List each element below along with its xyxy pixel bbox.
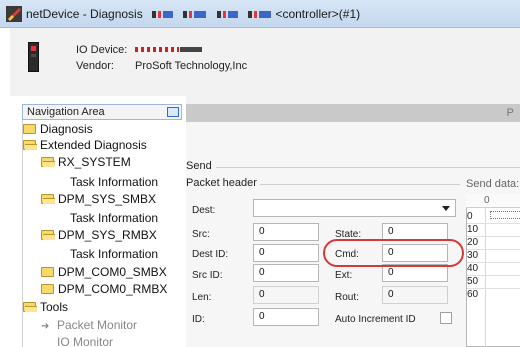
send-data-label: Send data: xyxy=(466,178,520,190)
send-group-line xyxy=(216,167,520,168)
arrow-right-icon: ➜ xyxy=(41,321,50,332)
len-label: Len: xyxy=(192,292,212,303)
nav-item-io-monitor[interactable]: IO Monitor xyxy=(57,335,113,347)
grid-column-separator xyxy=(485,208,486,347)
window-title-suffix: <controller>(#1) xyxy=(275,7,361,21)
nav-item-diagnosis[interactable]: Diagnosis xyxy=(23,122,93,137)
cmd-highlight-annotation xyxy=(323,239,464,267)
auto-increment-label: Auto Increment ID xyxy=(335,314,416,325)
nav-item-rx-system[interactable]: RX_SYSTEM xyxy=(41,155,131,170)
src-label: Src: xyxy=(192,229,210,240)
folder-icon xyxy=(41,267,54,277)
io-device-label: IO Device: xyxy=(76,44,128,56)
nav-item-label: Task Information xyxy=(70,175,159,189)
dest-id-label: Dest ID: xyxy=(192,249,229,260)
nav-item-label: Task Information xyxy=(70,247,159,261)
dest-id-field[interactable]: 0 xyxy=(253,244,319,262)
vendor-value: ProSoft Technology,Inc xyxy=(135,60,248,72)
nav-item-label: Packet Monitor xyxy=(57,318,138,332)
rout-field: 0 xyxy=(382,286,448,304)
device-image xyxy=(28,42,39,72)
ext-label: Ext: xyxy=(335,270,353,281)
nav-item-label: DPM_COM0_RMBX xyxy=(58,282,168,296)
panel-header-bar: P xyxy=(186,104,520,122)
folder-open-icon xyxy=(23,302,37,312)
nav-item-label: Tools xyxy=(40,300,69,314)
len-field: 0 xyxy=(253,286,319,304)
nav-item-label: RX_SYSTEM xyxy=(58,155,131,169)
io-device-value-mark xyxy=(135,47,179,52)
nav-item-task-information-2[interactable]: Task Information xyxy=(70,211,158,226)
grid-row-offset: 60 xyxy=(467,289,479,300)
nav-item-label: Diagnosis xyxy=(40,122,93,136)
app-icon xyxy=(6,6,22,22)
navigation-area-header[interactable]: Navigation Area xyxy=(22,104,182,120)
rout-label: Rout: xyxy=(335,292,359,303)
folder-open-icon xyxy=(41,194,55,204)
nav-item-label: Task Information xyxy=(70,211,159,225)
grid-row-offset: 20 xyxy=(467,237,479,248)
folder-open-icon xyxy=(41,230,55,240)
send-group-label: Send xyxy=(186,160,212,172)
grid-row-offset: 30 xyxy=(467,250,479,261)
nav-item-dpm-sys-rmbx[interactable]: DPM_SYS_RMBX xyxy=(41,228,157,243)
grid-selected-cell[interactable] xyxy=(490,211,520,219)
nav-item-dpm-com0-rmbx[interactable]: DPM_COM0_RMBX xyxy=(41,282,167,297)
src-id-field[interactable]: 0 xyxy=(253,264,319,282)
nav-item-label: DPM_SYS_RMBX xyxy=(58,228,157,242)
nav-item-extended-diagnosis[interactable]: Extended Diagnosis xyxy=(23,138,147,153)
nav-item-tools[interactable]: Tools xyxy=(23,300,68,315)
grid-row-offset: 10 xyxy=(467,224,479,235)
window-toggle-icon[interactable] xyxy=(167,107,179,117)
nav-item-task-information-1[interactable]: Task Information xyxy=(70,175,158,190)
dest-label: Dest: xyxy=(192,205,216,216)
panel-header-label: P xyxy=(506,107,514,119)
packet-header-group-line xyxy=(260,184,460,185)
vendor-label: Vendor: xyxy=(76,60,114,72)
title-bar: netDevice - Diagnosis <controller>(#1) xyxy=(0,0,520,28)
window-title: netDevice - Diagnosis <controller>(#1) xyxy=(26,7,360,21)
nav-item-packet-monitor[interactable]: ➜ Packet Monitor xyxy=(41,318,137,333)
title-pixel-mark xyxy=(146,7,275,21)
id-field[interactable]: 0 xyxy=(253,308,319,326)
src-id-label: Src ID: xyxy=(192,270,223,281)
grid-row-offset: 40 xyxy=(467,263,479,274)
auto-increment-checkbox[interactable] xyxy=(440,312,452,324)
chevron-down-icon xyxy=(442,206,450,211)
folder-icon xyxy=(41,284,54,294)
nav-item-task-information-3[interactable]: Task Information xyxy=(70,247,158,262)
id-label: ID: xyxy=(192,314,205,325)
nav-item-label: DPM_SYS_SMBX xyxy=(58,192,157,206)
nav-item-label: IO Monitor xyxy=(57,335,114,347)
device-header: IO Device: Vendor: ProSoft Technology,In… xyxy=(10,28,520,96)
nav-item-label: Extended Diagnosis xyxy=(40,138,147,152)
dest-dropdown[interactable] xyxy=(253,199,456,217)
folder-open-icon xyxy=(23,140,37,150)
packet-header-group-label: Packet header xyxy=(186,177,257,189)
nav-item-label: DPM_COM0_SMBX xyxy=(58,265,167,279)
src-field[interactable]: 0 xyxy=(253,223,319,241)
nav-item-dpm-sys-smbx[interactable]: DPM_SYS_SMBX xyxy=(41,192,156,207)
panel-top-strip xyxy=(186,96,520,104)
nav-item-dpm-com0-smbx[interactable]: DPM_COM0_SMBX xyxy=(41,265,167,280)
io-device-value-mark-2 xyxy=(180,47,202,52)
grid-column-header: 0 xyxy=(484,195,490,206)
send-data-grid-header: 0 xyxy=(466,194,520,208)
folder-icon xyxy=(23,124,36,134)
folder-open-icon xyxy=(41,157,55,167)
navigation-area-label: Navigation Area xyxy=(27,106,105,118)
grid-row-offset: 0 xyxy=(467,211,473,222)
window-title-text: netDevice - Diagnosis xyxy=(26,7,143,21)
grid-row-offset: 50 xyxy=(467,276,479,287)
